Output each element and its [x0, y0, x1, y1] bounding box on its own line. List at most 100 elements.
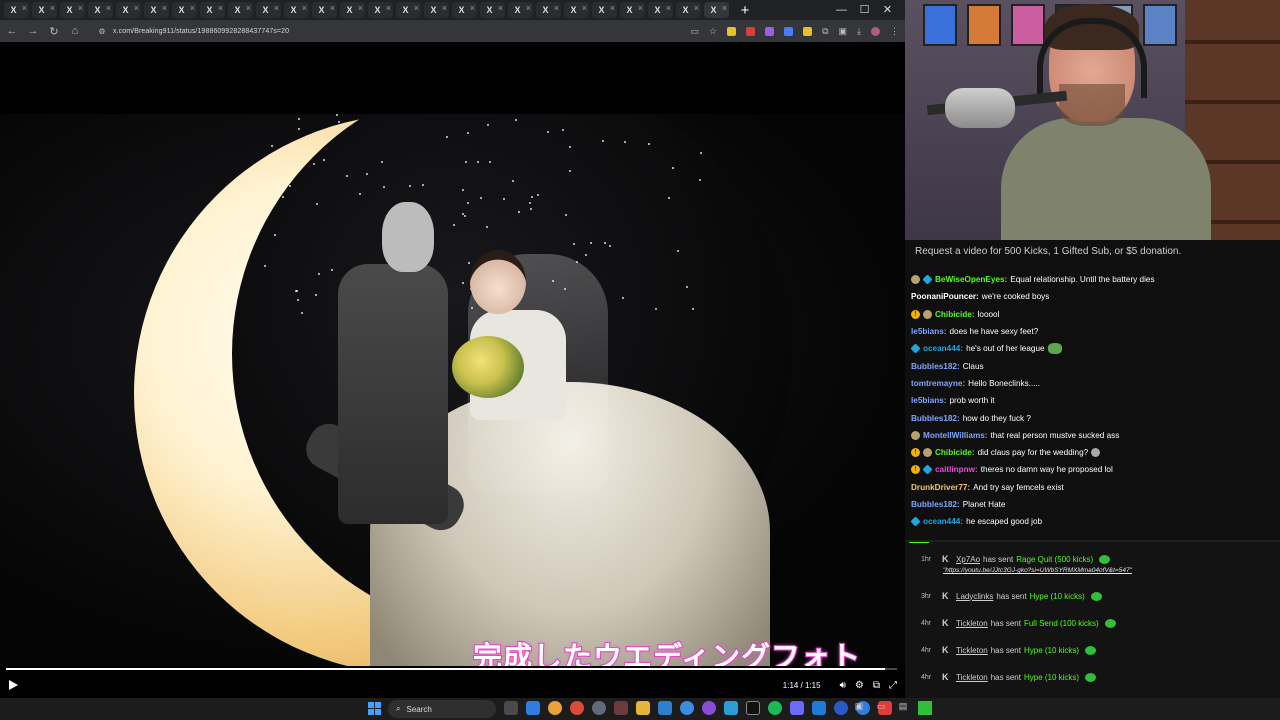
- browser-tab[interactable]: X: [116, 2, 141, 18]
- chat-username[interactable]: le5bians:: [911, 327, 947, 336]
- app-icon[interactable]: [614, 701, 628, 715]
- settings-gear-icon[interactable]: ⚙: [855, 680, 864, 691]
- browser-tab[interactable]: X: [32, 2, 57, 18]
- chat-username[interactable]: tomtremayne:: [911, 379, 965, 388]
- browser-tab[interactable]: X: [312, 2, 337, 18]
- chat-username[interactable]: ocean444:: [923, 517, 963, 526]
- browser-tab[interactable]: X: [200, 2, 225, 18]
- home-icon[interactable]: ⌂: [69, 25, 81, 37]
- cast-icon[interactable]: ▭: [690, 26, 699, 37]
- browser-tab[interactable]: X: [480, 2, 505, 18]
- event-link[interactable]: "https://youtu.be/JJtc3GJ-gko?si=UWbSYRM…: [943, 567, 1132, 574]
- chat-username[interactable]: caitlinpnw:: [935, 465, 978, 474]
- browser-tab[interactable]: X: [648, 2, 673, 18]
- site-info-icon[interactable]: ⚙: [96, 27, 108, 36]
- video-player[interactable]: 完成したウエディングフォト 1:14 / 1:15 🔊︎ ⚙ ⧉ ⤢: [0, 42, 905, 698]
- browser-tab[interactable]: X: [676, 2, 701, 18]
- browser-tab[interactable]: X: [4, 2, 29, 18]
- tray-icon[interactable]: ▭: [874, 701, 888, 715]
- browser-tab[interactable]: X: [508, 2, 533, 18]
- app-icon[interactable]: [834, 701, 848, 715]
- browser-tab[interactable]: X: [60, 2, 85, 18]
- extension-icon[interactable]: [765, 26, 775, 36]
- star: [564, 213, 567, 216]
- chat-username[interactable]: Bubbles182:: [911, 500, 960, 509]
- chat-username[interactable]: PoonaniPouncer:: [911, 292, 979, 301]
- tray-icon[interactable]: ▤: [896, 701, 910, 715]
- bookmark-star-icon[interactable]: ☆: [709, 26, 717, 37]
- app-icon[interactable]: [746, 701, 760, 715]
- chat-username[interactable]: ocean444:: [923, 344, 963, 353]
- back-icon[interactable]: ←: [6, 25, 18, 37]
- app-icon[interactable]: [680, 701, 694, 715]
- browser-tab[interactable]: X: [172, 2, 197, 18]
- browser-tab[interactable]: X: [368, 2, 393, 18]
- chrome-icon[interactable]: [548, 701, 562, 715]
- close-icon[interactable]: ✕: [876, 0, 899, 20]
- browser-tab[interactable]: X: [340, 2, 365, 18]
- event-username[interactable]: Tickleton: [956, 646, 988, 655]
- browser-tab[interactable]: X: [228, 2, 253, 18]
- extension-icon[interactable]: [784, 26, 794, 36]
- browser-tab[interactable]: X: [452, 2, 477, 18]
- app-icon[interactable]: [812, 701, 826, 715]
- menu-kebab-icon[interactable]: ⋮: [890, 26, 899, 37]
- browser-tab[interactable]: X: [256, 2, 281, 18]
- browser-tab[interactable]: X: [536, 2, 561, 18]
- app-icon[interactable]: [724, 701, 738, 715]
- star: [337, 121, 340, 124]
- tray-icon[interactable]: ▣: [852, 701, 866, 715]
- event-username[interactable]: Ladyclinks: [956, 592, 993, 601]
- chat-username[interactable]: Bubbles182:: [911, 362, 960, 371]
- new-tab-button[interactable]: +: [736, 2, 754, 19]
- url-field[interactable]: ⚙ x.com/Breaking911/status/1988609928288…: [90, 23, 295, 39]
- app-icon[interactable]: [658, 701, 672, 715]
- video-progress-bar[interactable]: [6, 668, 897, 670]
- browser-tab[interactable]: X: [704, 2, 729, 18]
- extension-icon[interactable]: [727, 26, 737, 36]
- extensions-puzzle-icon[interactable]: ⧉: [822, 26, 828, 37]
- chat-username[interactable]: MontellWilliams:: [923, 431, 988, 440]
- folder-icon[interactable]: [636, 701, 650, 715]
- browser-tab[interactable]: X: [88, 2, 113, 18]
- chat-username[interactable]: Chibicide:: [935, 448, 975, 457]
- tray-icon[interactable]: [918, 701, 932, 715]
- minimize-icon[interactable]: —: [830, 0, 853, 20]
- chat-username[interactable]: Chibicide:: [935, 310, 975, 319]
- chat-username[interactable]: le5bians:: [911, 396, 947, 405]
- forward-icon[interactable]: →: [27, 25, 39, 37]
- browser-tab[interactable]: X: [396, 2, 421, 18]
- spotify-icon[interactable]: [768, 701, 782, 715]
- task-view-icon[interactable]: [504, 701, 518, 715]
- browser-tab[interactable]: X: [284, 2, 309, 18]
- chat-username[interactable]: Bubbles182:: [911, 414, 960, 423]
- maximize-icon[interactable]: ☐: [853, 0, 876, 20]
- extension-icon[interactable]: [803, 26, 813, 36]
- event-username[interactable]: Tickleton: [956, 673, 988, 682]
- chat-username[interactable]: BeWiseOpenEyes:: [935, 275, 1007, 284]
- chat-username[interactable]: DrunkDriver77:: [911, 483, 970, 492]
- extension-icon[interactable]: [746, 26, 756, 36]
- browser-tab[interactable]: X: [620, 2, 645, 18]
- chrome-icon[interactable]: [570, 701, 584, 715]
- windows-start-icon[interactable]: [368, 702, 381, 715]
- profile-avatar[interactable]: [871, 26, 880, 36]
- browser-tab[interactable]: X: [592, 2, 617, 18]
- reload-icon[interactable]: ↻: [48, 25, 60, 38]
- download-icon[interactable]: ⤓: [857, 26, 861, 37]
- play-icon[interactable]: [8, 680, 18, 690]
- browser-tab[interactable]: X: [424, 2, 449, 18]
- event-username[interactable]: Xp7Ao: [956, 555, 980, 564]
- taskbar-search[interactable]: ⌕ Search: [388, 700, 496, 718]
- fullscreen-icon[interactable]: ⤢: [889, 680, 897, 691]
- browser-tab[interactable]: X: [564, 2, 589, 18]
- app-icon[interactable]: [526, 701, 540, 715]
- side-panel-icon[interactable]: ▣: [839, 26, 848, 37]
- browser-tab[interactable]: X: [144, 2, 169, 18]
- app-icon[interactable]: [790, 701, 804, 715]
- app-icon[interactable]: [592, 701, 606, 715]
- pip-icon[interactable]: ⧉: [873, 680, 880, 691]
- app-icon[interactable]: [702, 701, 716, 715]
- event-username[interactable]: Tickleton: [956, 619, 988, 628]
- volume-icon[interactable]: 🔊︎: [840, 680, 846, 691]
